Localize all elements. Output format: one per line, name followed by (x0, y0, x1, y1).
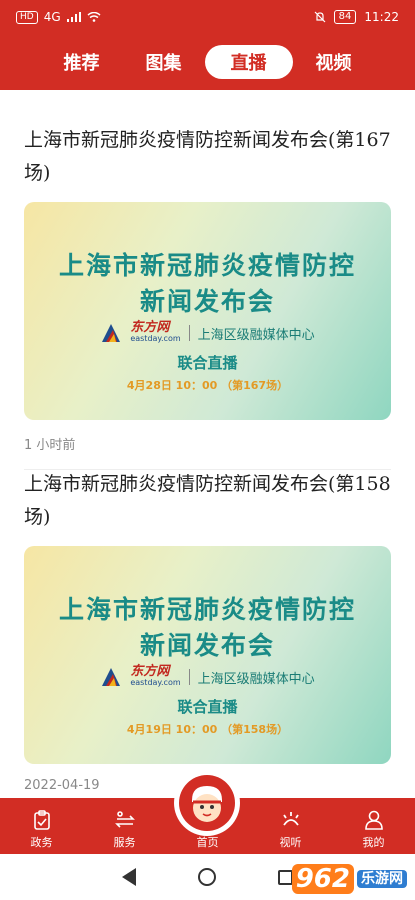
tab-gallery[interactable]: 图集 (123, 45, 205, 79)
nav-media[interactable]: 视听 (256, 809, 326, 850)
banner-brand-row: 东方网 eastday.com 上海区级融媒体中心 (24, 320, 391, 344)
list-item[interactable]: 上海市新冠肺炎疫情防控新闻发布会(第158场) 上海市新冠肺炎疫情防控 新闻发布… (0, 468, 415, 800)
live-banner-image[interactable]: 上海市新冠肺炎疫情防控 新闻发布会 东方网 eastday.com 上海区级融媒… (24, 202, 391, 420)
home-button[interactable] (174, 770, 240, 836)
mute-bell-icon (314, 11, 326, 23)
watermark-logo: 962 乐游网 (291, 864, 407, 894)
tab-recommend[interactable]: 推荐 (41, 45, 123, 79)
eastday-logo: 东方网 eastday.com (130, 664, 181, 687)
banner-time: 4月19日 10：00 （第158场） (126, 723, 289, 736)
tab-live[interactable]: 直播 (204, 45, 293, 79)
banner-time: 4月28日 10：00 （第167场） (126, 379, 289, 392)
live-banner-image[interactable]: 上海市新冠肺炎疫情防控 新闻发布会 东方网 eastday.com 上海区级融媒… (24, 546, 391, 764)
banner-title: 上海市新冠肺炎疫情防控 新闻发布会 (58, 251, 356, 316)
system-nav-bar: 962 乐游网 (0, 854, 415, 900)
tab-video[interactable]: 视频 (293, 45, 375, 79)
service-icon (114, 811, 135, 828)
nav-government[interactable]: 政务 (7, 809, 77, 850)
divider (188, 325, 190, 341)
banner-brand-row: 东方网 eastday.com 上海区级融媒体中心 (24, 664, 391, 688)
banner-live-label: 联合直播 (177, 698, 238, 716)
signal-icon: 4G (43, 10, 61, 24)
banner-live-label: 联合直播 (177, 354, 238, 372)
nav-service[interactable]: 服务 (90, 809, 160, 850)
divider (188, 669, 190, 685)
eastday-logo-icon (102, 668, 121, 686)
clipboard-icon (33, 810, 50, 830)
eastday-logo: 东方网 eastday.com (130, 320, 181, 343)
hd-badge: HD (16, 10, 38, 24)
status-bar: HD 4G 84 11:22 (0, 0, 415, 34)
eastday-logo-icon (102, 324, 121, 342)
media-center-label: 上海区级融媒体中心 (197, 327, 315, 343)
banner-title: 上海市新冠肺炎疫情防控 新闻发布会 (58, 595, 356, 660)
back-icon[interactable] (122, 868, 136, 886)
nav-profile[interactable]: 我的 (339, 809, 409, 850)
clock: 11:22 (364, 10, 399, 24)
media-center-label: 上海区级融媒体中心 (197, 671, 315, 687)
feed-list: 上海市新冠肺炎疫情防控新闻发布会(第167场) 上海市新冠肺炎疫情防控 新闻发布… (0, 90, 415, 800)
home-circle-icon[interactable] (198, 868, 216, 886)
user-icon (364, 810, 383, 830)
wifi-icon (87, 12, 101, 22)
broadcast-icon (282, 812, 299, 826)
home-mascot-icon (192, 786, 222, 822)
item-timestamp: 1 小时前 (24, 434, 391, 470)
top-tabs: 推荐 图集 直播 视频 (0, 34, 415, 90)
item-title[interactable]: 上海市新冠肺炎疫情防控新闻发布会(第158场) (24, 468, 391, 534)
item-title[interactable]: 上海市新冠肺炎疫情防控新闻发布会(第167场) (24, 124, 391, 190)
signal-bars-icon (66, 12, 81, 22)
list-item[interactable]: 上海市新冠肺炎疫情防控新闻发布会(第167场) 上海市新冠肺炎疫情防控 新闻发布… (0, 124, 415, 470)
battery-indicator: 84 (333, 10, 357, 24)
